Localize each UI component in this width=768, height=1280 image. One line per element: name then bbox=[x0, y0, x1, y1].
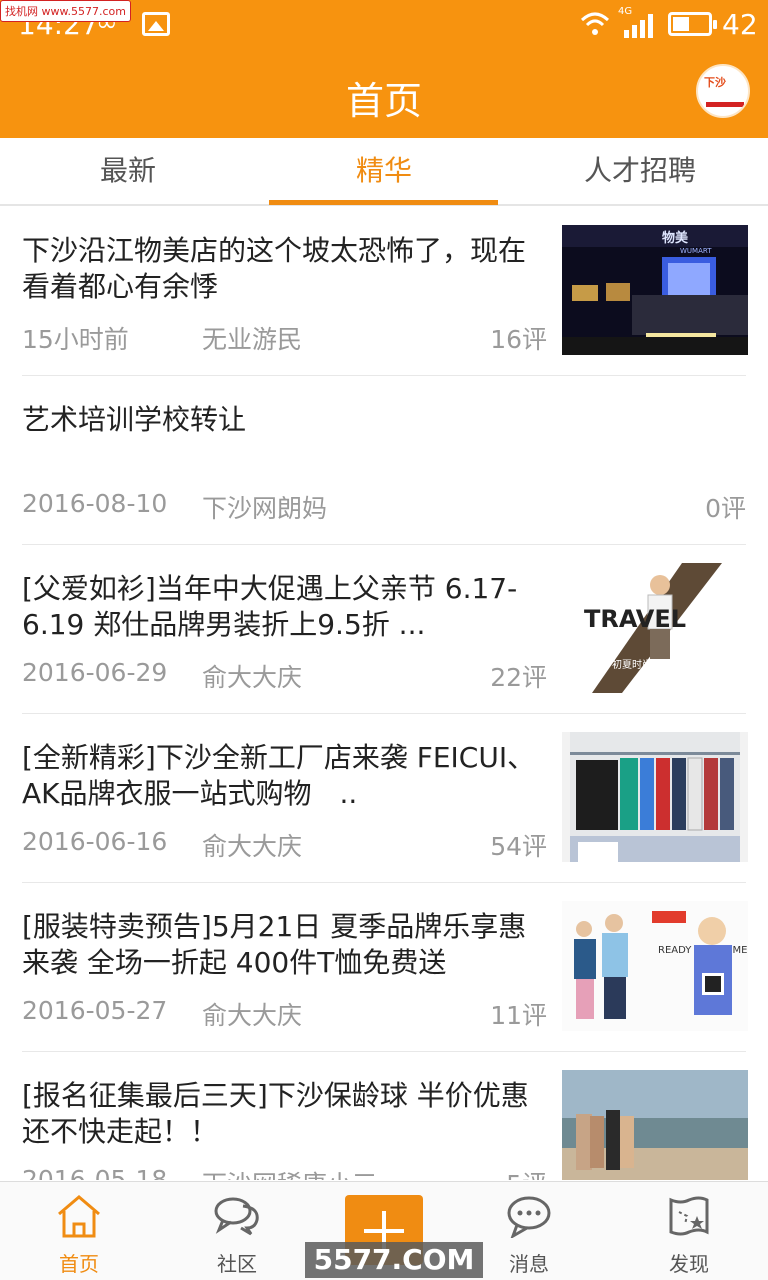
article-author: 下沙网朗妈 bbox=[202, 494, 328, 523]
article-time: 2016-06-16 bbox=[22, 827, 168, 856]
wumart-sign: 物美 bbox=[662, 230, 689, 246]
image-icon bbox=[142, 12, 170, 36]
article-title: 艺术培训学校转让 bbox=[22, 403, 247, 436]
list-item[interactable]: [父爱如衫]当年中大促遇上父亲节 6.17-6.19 郑仕品牌男装折上9.5折 … bbox=[22, 545, 748, 714]
article-title: 下沙沿江物美店的这个坡太恐怖了，现在看着都心有余悸 bbox=[22, 234, 527, 303]
article-thumbnail bbox=[562, 1070, 748, 1180]
article-author: 下沙网稀康小三 bbox=[202, 1165, 377, 1180]
app-header: 14:27 ∞ 4G 42 找机网 www.5577.com 首页 下沙 bbox=[0, 0, 768, 138]
site-logo-button[interactable]: 下沙 bbox=[696, 64, 750, 118]
article-list[interactable]: 下沙沿江物美店的这个坡太恐怖了，现在看着都心有余悸 15小时前 无业游民 16评… bbox=[0, 207, 768, 1180]
article-time: 2016-06-29 bbox=[22, 658, 168, 687]
wifi-icon bbox=[580, 12, 610, 35]
list-item[interactable]: [服装特卖预告]5月21日 夏季品牌乐享惠来袭 全场一折起 400件T恤免费送 … bbox=[22, 883, 748, 1052]
article-meta: 2016-06-16 俞大大庆 54评 bbox=[22, 827, 547, 863]
nav-discover[interactable]: 发现 bbox=[612, 1182, 766, 1280]
article-meta: 2016-05-18 下沙网稀康小三 5评 bbox=[22, 1165, 547, 1180]
article-meta: 2016-06-29 俞大大庆 22评 bbox=[22, 658, 547, 694]
article-thumbnail bbox=[562, 732, 748, 862]
tab-featured[interactable]: 精华 bbox=[256, 138, 512, 204]
travel-subtitle: 初夏时尚出游 bbox=[612, 658, 672, 671]
comment-count: 5评 bbox=[506, 1165, 547, 1180]
list-item[interactable]: [全新精彩]下沙全新工厂店来袭 FEICUI、AK品牌衣服一站式购物 .. 20… bbox=[22, 714, 748, 883]
nav-community-label: 社区 bbox=[217, 1252, 257, 1276]
list-item[interactable]: 下沙沿江物美店的这个坡太恐怖了，现在看着都心有余悸 15小时前 无业游民 16评… bbox=[22, 207, 748, 376]
article-time: 2016-08-10 bbox=[22, 489, 168, 518]
battery-level: 42 bbox=[722, 8, 758, 41]
article-title: [报名征集最后三天]下沙保龄球 半价优惠还不快走起！！ bbox=[22, 1079, 529, 1148]
article-thumbnail: READY FOR SOME FUN bbox=[562, 901, 748, 1031]
comment-count: 11评 bbox=[490, 1001, 547, 1030]
article-thumbnail: TRAVEL 初夏时尚出游 bbox=[562, 563, 748, 693]
article-title: [全新精彩]下沙全新工厂店来袭 FEICUI、AK品牌衣服一站式购物 .. bbox=[22, 741, 536, 810]
home-icon bbox=[58, 1195, 100, 1238]
article-time: 15小时前 bbox=[22, 325, 129, 354]
active-tab-indicator bbox=[269, 200, 498, 205]
article-author: 俞大大庆 bbox=[202, 663, 303, 692]
site-watermark: 找机网 www.5577.com bbox=[0, 0, 131, 22]
article-thumbnail: 物美 WUMART bbox=[562, 225, 748, 355]
comment-count: 0评 bbox=[705, 494, 746, 523]
travel-text: TRAVEL bbox=[584, 605, 686, 633]
message-icon bbox=[507, 1196, 551, 1238]
list-item[interactable]: [报名征集最后三天]下沙保龄球 半价优惠还不快走起！！ 2016-05-18 下… bbox=[22, 1052, 748, 1180]
article-time: 2016-05-27 bbox=[22, 996, 168, 1025]
nav-community[interactable]: 社区 bbox=[160, 1182, 314, 1280]
comment-count: 22评 bbox=[490, 663, 547, 692]
article-meta: 2016-08-10 下沙网朗妈 0评 bbox=[22, 489, 746, 525]
comment-count: 16评 bbox=[490, 325, 547, 354]
article-author: 俞大大庆 bbox=[202, 1001, 303, 1030]
signal-icon bbox=[624, 14, 653, 38]
comment-count: 54评 bbox=[490, 832, 547, 861]
site-watermark-bottom: 5577.COM bbox=[305, 1242, 483, 1278]
battery-icon bbox=[668, 12, 717, 36]
article-time: 2016-05-18 bbox=[22, 1165, 168, 1180]
article-meta: 2016-05-27 俞大大庆 11评 bbox=[22, 996, 547, 1032]
page-title: 首页 bbox=[345, 79, 422, 123]
chat-bubbles-icon bbox=[214, 1197, 259, 1236]
nav-home-label: 首页 bbox=[59, 1252, 99, 1276]
wumart-en: WUMART bbox=[680, 247, 712, 255]
nav-home[interactable]: 首页 bbox=[2, 1182, 156, 1280]
article-meta: 15小时前 无业游民 16评 bbox=[22, 320, 547, 356]
site-logo-mark: 下沙 bbox=[704, 76, 726, 89]
article-title: [父爱如衫]当年中大促遇上父亲节 6.17-6.19 郑仕品牌男装折上9.5折 … bbox=[22, 572, 518, 641]
nav-discover-label: 发现 bbox=[669, 1252, 709, 1276]
category-tabs: 最新 精华 人才招聘 bbox=[0, 138, 768, 206]
article-title: [服装特卖预告]5月21日 夏季品牌乐享惠来袭 全场一折起 400件T恤免费送 bbox=[22, 910, 527, 979]
tab-jobs[interactable]: 人才招聘 bbox=[512, 138, 768, 204]
article-author: 俞大大庆 bbox=[202, 832, 303, 861]
map-icon bbox=[669, 1196, 709, 1236]
list-item[interactable]: 艺术培训学校转让 2016-08-10 下沙网朗妈 0评 bbox=[22, 376, 746, 545]
article-author: 无业游民 bbox=[202, 325, 303, 354]
tab-latest[interactable]: 最新 bbox=[0, 138, 256, 204]
